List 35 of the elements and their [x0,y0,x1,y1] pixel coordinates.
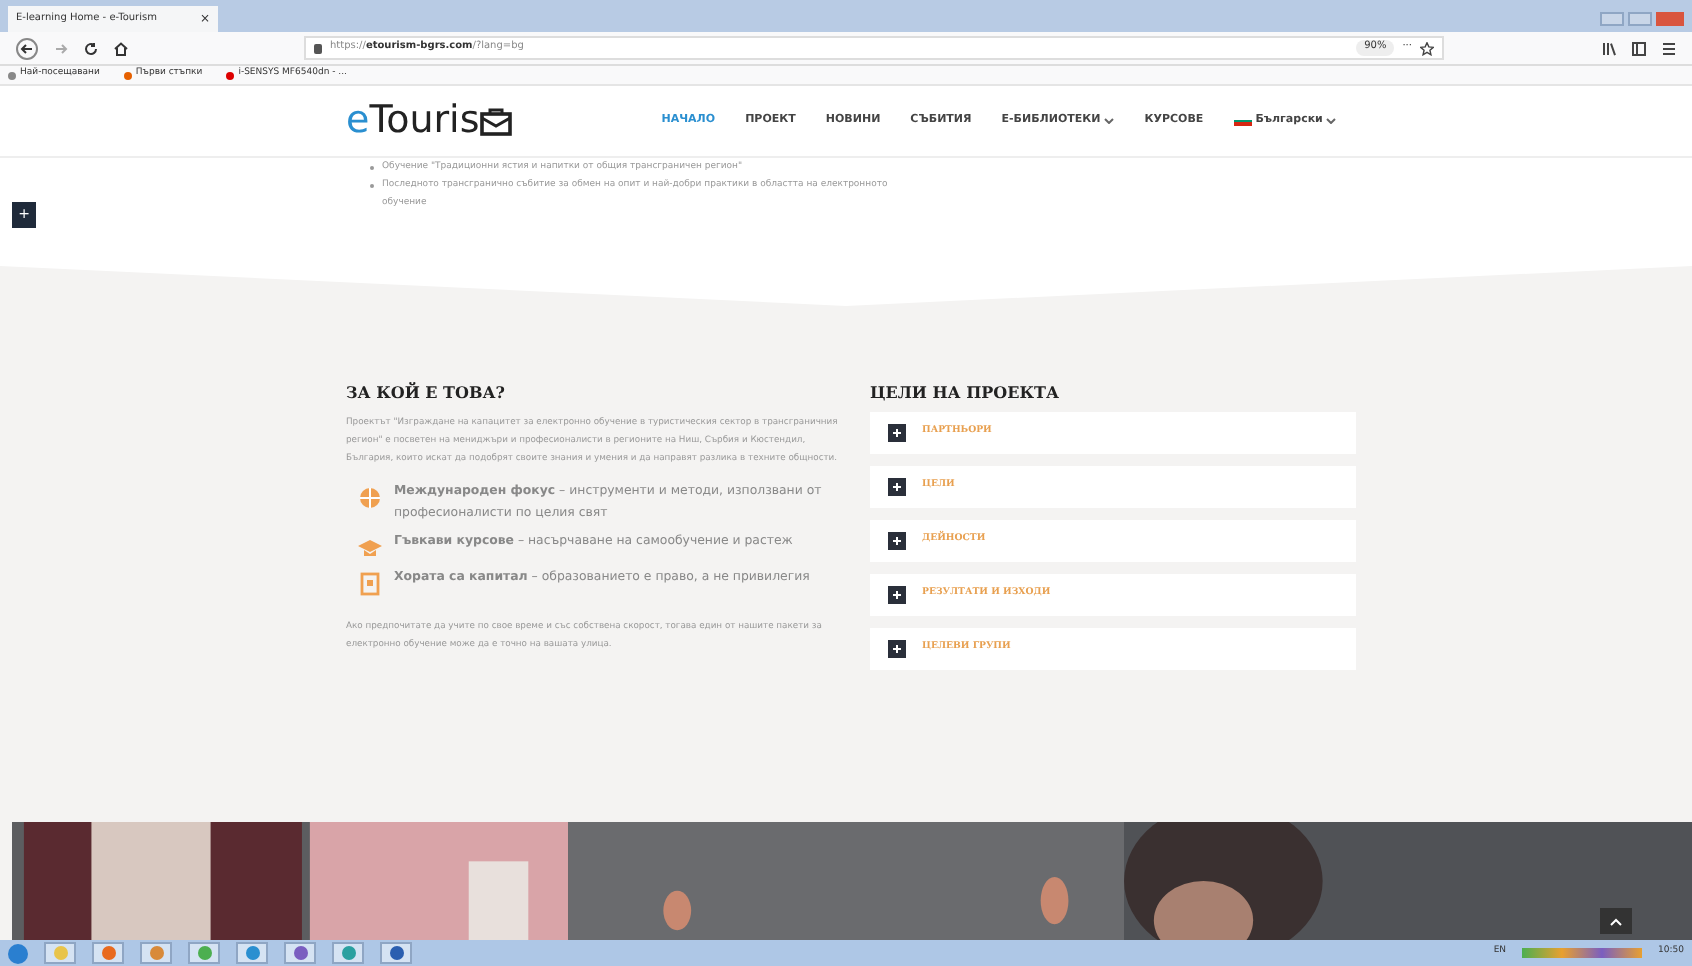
briefcase-icon [479,107,512,135]
taskbar-app-icon[interactable] [284,942,316,964]
site-logo[interactable]: eTouris [346,92,512,150]
plus-icon [888,478,906,496]
tray-icons[interactable] [1522,948,1643,958]
plus-icon [888,640,906,658]
taskbar-app-icon[interactable] [140,942,172,964]
scroll-top-button[interactable] [1600,908,1632,934]
sidebar-icon[interactable] [1632,41,1646,55]
taskbar-app-icon[interactable] [332,942,364,964]
minimize-button[interactable] [1600,12,1624,26]
section-title: ЦЕЛИ НА ПРОЕКТА [870,380,1061,404]
home-icon[interactable] [114,41,128,55]
lock-icon [314,43,322,53]
plus-icon [888,586,906,604]
flag-icon [1233,116,1252,126]
library-icon[interactable] [1602,41,1616,55]
chevron-up-icon [1610,917,1622,925]
back-button[interactable] [16,37,38,59]
plus-icon [888,532,906,550]
plus-icon [888,424,906,442]
taskbar-app-icon[interactable] [92,942,124,964]
star-icon[interactable] [1420,41,1434,55]
reload-icon[interactable] [84,41,98,55]
maximize-button[interactable] [1628,12,1652,26]
taskbar-app-icon[interactable] [380,942,412,964]
taskbar-app-icon[interactable] [188,942,220,964]
graduation-cap-icon [358,536,382,560]
globe-icon [358,486,382,510]
section-title: ЗА КОЙ Е ТОВА? [346,380,507,404]
menu-icon[interactable] [1662,41,1676,55]
forward-icon[interactable] [54,41,68,55]
start-button[interactable] [8,943,28,963]
book-icon [358,572,382,596]
taskbar-app-icon[interactable] [236,942,268,964]
